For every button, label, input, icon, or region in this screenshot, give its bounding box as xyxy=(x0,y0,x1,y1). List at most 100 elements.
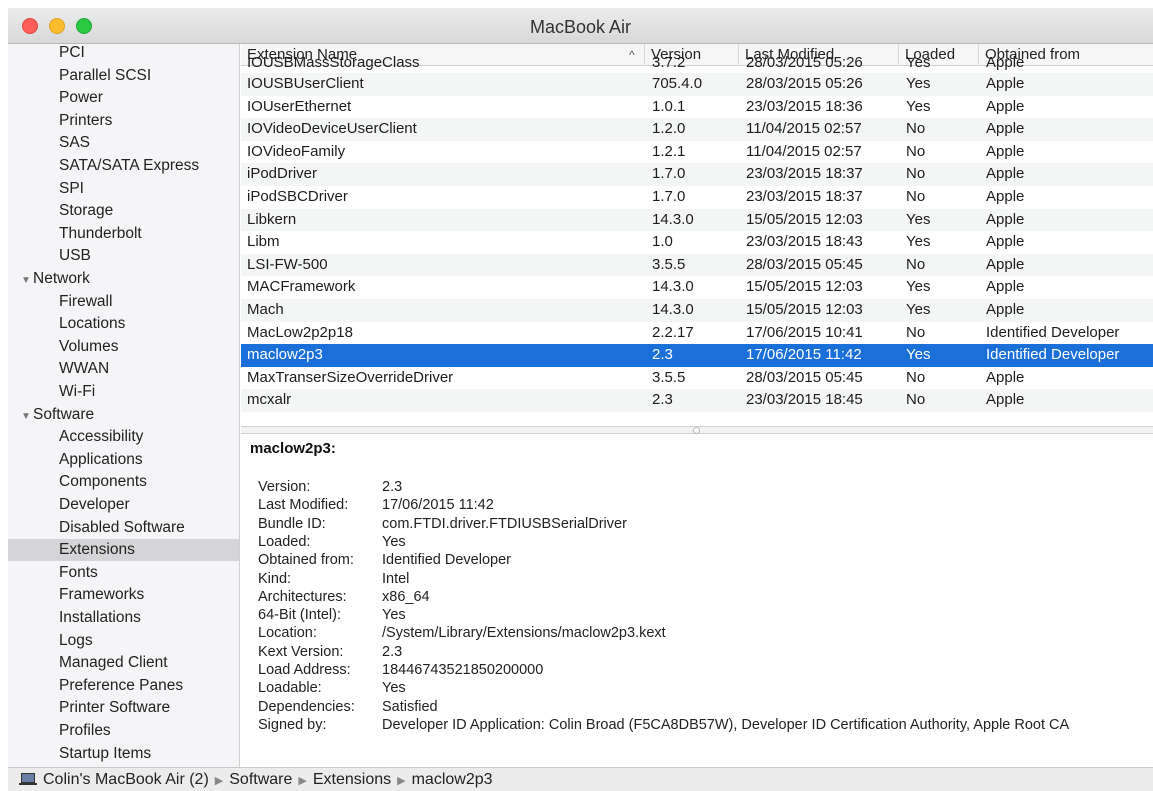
table-row[interactable]: maclow2p3 2.3 17/06/2015 11:42 Yes Identifie… xyxy=(241,344,1153,367)
disclosure-triangle-icon[interactable]: ▼ xyxy=(21,406,33,428)
path-crumb-colin-s-macbook-air-2[interactable]: Colin's MacBook Air (2) xyxy=(43,771,209,788)
cell-extension-name: MacLow2p2p18 xyxy=(247,323,353,341)
sidebar-item-label: Logs xyxy=(59,631,93,649)
cell-last-modified: 15/05/2015 12:03 xyxy=(746,301,863,318)
sidebar-item-logs[interactable]: Logs xyxy=(8,630,239,652)
sidebar-item-wwan[interactable]: WWAN xyxy=(8,358,239,380)
table-row[interactable]: mcxalr 2.3 23/03/2015 18:45 No Apple xyxy=(241,389,1153,412)
cell-version: 14.3.0 xyxy=(652,210,694,228)
cell-obtained-from: Apple xyxy=(986,210,1025,228)
cell-obtained-from: Apple xyxy=(986,368,1025,386)
cell-version: 1.0.1 xyxy=(652,97,686,115)
path-crumb-maclow2p3[interactable]: maclow2p3 xyxy=(412,771,493,788)
cell-version: 1.2.1 xyxy=(652,142,686,160)
path-crumb-extensions[interactable]: Extensions xyxy=(313,771,391,788)
detail-field-key: Architectures: xyxy=(258,588,347,605)
sidebar-item-spi[interactable]: SPI xyxy=(8,178,239,200)
sidebar-item-profiles[interactable]: Profiles xyxy=(8,720,239,742)
table-row[interactable]: MacLow2p2p18 2.2.17 17/06/2015 10:41 No Iden… xyxy=(241,322,1153,345)
sidebar-item-label: Components xyxy=(59,473,147,491)
extensions-table: Extension Name ^ Version Last Modified L… xyxy=(241,44,1153,426)
sidebar-item-accessibility[interactable]: Accessibility xyxy=(8,426,239,448)
sidebar-item-pci[interactable]: PCI xyxy=(8,44,239,64)
sidebar-item-components[interactable]: Components xyxy=(8,471,239,493)
sidebar-item-developer[interactable]: Developer xyxy=(8,494,239,516)
detail-field-key: Last Modified: xyxy=(258,497,349,514)
sidebar-item-network[interactable]: ▼ Network xyxy=(8,268,239,292)
detail-field-key: Location: xyxy=(258,625,317,642)
cell-obtained-from: Apple xyxy=(986,188,1025,205)
sidebar-item-label: Frameworks xyxy=(59,586,145,604)
sidebar-item-label: Storage xyxy=(59,202,114,220)
table-row[interactable]: IOUSBUserClient 705.4.0 28/03/2015 05:26 Ye… xyxy=(241,73,1153,96)
sidebar-item-firewall[interactable]: Firewall xyxy=(8,291,239,313)
disclosure-triangle-icon[interactable]: ▼ xyxy=(21,270,33,292)
cell-extension-name: Libkern xyxy=(247,210,297,228)
table-row[interactable]: Mach 14.3.0 15/05/2015 12:03 Yes Apple xyxy=(241,299,1153,322)
cell-obtained-from: Apple xyxy=(986,120,1025,138)
cell-last-modified: 23/03/2015 18:45 xyxy=(746,391,863,409)
sidebar-item-preference-panes[interactable]: Preference Panes xyxy=(8,675,239,697)
detail-field-key: Dependencies: xyxy=(258,698,355,715)
cell-version: 1.7.0 xyxy=(652,165,686,183)
table-row[interactable]: iPodDriver 1.7.0 23/03/2015 18:37 No Apple xyxy=(241,163,1153,186)
table-row[interactable]: LSI-FW-500 3.5.5 28/03/2015 05:45 No Apple xyxy=(241,253,1153,277)
divider-handle-icon[interactable] xyxy=(693,427,700,434)
sidebar-item-startup-items[interactable]: Startup Items xyxy=(8,743,239,765)
sidebar-item-thunderbolt[interactable]: Thunderbolt xyxy=(8,223,239,245)
sidebar-item-installations[interactable]: Installations xyxy=(8,607,239,629)
sidebar-item-printer-software[interactable]: Printer Software xyxy=(8,697,239,719)
sidebar-item-locations[interactable]: Locations xyxy=(8,313,239,335)
split-view-divider[interactable] xyxy=(241,426,1153,434)
detail-field-value: Yes xyxy=(382,607,406,624)
sidebar-item-fonts[interactable]: Fonts xyxy=(8,562,239,584)
sidebar-item-label: Managed Client xyxy=(59,654,168,672)
cell-version: 705.4.0 xyxy=(652,75,703,92)
cell-obtained-from: Apple xyxy=(986,54,1025,71)
detail-field-value: com.FTDI.driver.FTDIUSBSerialDriver xyxy=(382,515,627,532)
detail-field-value: x86_64 xyxy=(382,588,430,605)
cell-version: 3.5.5 xyxy=(652,368,686,386)
cell-extension-name: Libm xyxy=(247,233,280,251)
table-row[interactable]: IOUserEthernet 1.0.1 23/03/2015 18:36 Yes Ap… xyxy=(241,96,1153,119)
detail-field-value: Satisfied xyxy=(382,698,438,715)
sidebar-item-wi-fi[interactable]: Wi-Fi xyxy=(8,381,239,403)
table-row[interactable]: IOVideoDeviceUserClient 1.2.0 11/04/2015 0… xyxy=(241,118,1153,141)
sidebar-item-power[interactable]: Power xyxy=(8,87,239,109)
cell-last-modified: 23/03/2015 18:37 xyxy=(746,165,863,183)
sidebar-item-software[interactable]: ▼ Software xyxy=(8,404,239,428)
sidebar-item-applications[interactable]: Applications xyxy=(8,449,239,471)
sidebar-item-sas[interactable]: SAS xyxy=(8,132,239,154)
sidebar-item-disabled-software[interactable]: Disabled Software xyxy=(8,517,239,539)
table-row[interactable]: Libkern 14.3.0 15/05/2015 12:03 Yes Apple xyxy=(241,208,1153,232)
cell-last-modified: 28/03/2015 05:26 xyxy=(746,54,863,71)
sidebar-item-usb[interactable]: USB xyxy=(8,245,239,267)
sidebar-item-label: Printers xyxy=(59,111,113,129)
sidebar-item-parallel-scsi[interactable]: Parallel SCSI xyxy=(8,65,239,87)
table-row[interactable]: IOUSBMassStorageClass 3.7.2 28/03/2015 05:… xyxy=(241,52,1153,75)
table-row[interactable]: MaxTranserSizeOverrideDriver 3.5.5 28/03/2… xyxy=(241,367,1153,390)
detail-field-value: Developer ID Application: Colin Broad (F… xyxy=(382,716,1070,733)
sidebar-item-printers[interactable]: Printers xyxy=(8,110,239,132)
sidebar-item-frameworks[interactable]: Frameworks xyxy=(8,584,239,606)
sidebar-item-label: Disabled Software xyxy=(59,518,185,536)
cell-extension-name: MACFramework xyxy=(247,278,356,296)
sidebar-item-extensions[interactable]: Extensions xyxy=(8,539,239,562)
cell-loaded: No xyxy=(906,165,926,183)
cell-last-modified: 28/03/2015 05:45 xyxy=(746,255,863,273)
cell-version: 1.2.0 xyxy=(652,120,686,138)
table-row[interactable]: Libm 1.0 23/03/2015 18:43 Yes Apple xyxy=(241,231,1153,254)
table-row[interactable]: iPodSBCDriver 1.7.0 23/03/2015 18:37 No Appl… xyxy=(241,186,1153,209)
cell-last-modified: 23/03/2015 18:43 xyxy=(746,233,863,251)
cell-last-modified: 15/05/2015 12:03 xyxy=(746,210,863,228)
sidebar-item-volumes[interactable]: Volumes xyxy=(8,336,239,358)
sidebar-item-label: Installations xyxy=(59,609,141,626)
detail-field-value: Yes xyxy=(382,680,406,697)
sidebar-item-storage[interactable]: Storage xyxy=(8,200,239,222)
path-crumb-software[interactable]: Software xyxy=(229,771,292,788)
table-row[interactable]: IOVideoFamily 1.2.1 11/04/2015 02:57 No Appl… xyxy=(241,141,1153,164)
sidebar-item-sata-sata-express[interactable]: SATA/SATA Express xyxy=(8,155,239,177)
sidebar-item-managed-client[interactable]: Managed Client xyxy=(8,652,239,674)
sidebar-item-label: USB xyxy=(59,247,91,265)
table-row[interactable]: MACFramework 14.3.0 15/05/2015 12:03 Yes App… xyxy=(241,276,1153,299)
